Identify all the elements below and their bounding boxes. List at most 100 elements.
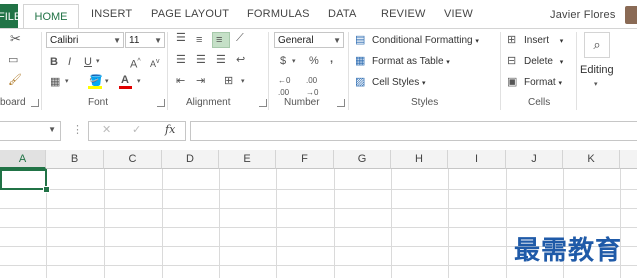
cells-group-label: Cells [528,97,551,108]
percent-icon[interactable]: % [309,55,319,67]
column-header-j[interactable]: J [506,150,563,169]
column-header-b[interactable]: B [46,150,104,169]
format-cells-icon: ▣ [507,76,518,88]
italic-icon[interactable]: I [68,56,71,68]
column-header-a[interactable]: A [0,150,46,169]
tab-data[interactable]: DATA [328,8,357,20]
chevron-down-icon: ▾ [475,38,479,45]
font-color-icon[interactable]: A [121,74,129,86]
column-header-f[interactable]: F [276,150,334,169]
gridline [162,169,163,278]
avatar[interactable] [625,6,637,24]
column-label: J [531,153,537,165]
bold-icon[interactable]: B [50,56,58,68]
number-format-select[interactable]: General ▼ [274,32,344,48]
align-left-icon[interactable]: ☰ [176,54,186,66]
tab-insert[interactable]: INSERT [91,8,132,20]
column-header-e[interactable]: E [219,150,276,169]
column-label: G [357,153,367,165]
binoculars-icon[interactable]: ⌕ [584,32,610,58]
gridline [104,169,105,278]
chevron-down-icon[interactable]: ▾ [292,56,296,68]
tab-file[interactable]: FILE [0,4,18,30]
name-box[interactable]: ▼ [0,121,61,141]
decrease-font-icon[interactable]: Av [150,56,160,70]
wrap-text-icon[interactable]: ↩ [236,54,245,66]
column-header-c[interactable]: C [104,150,162,169]
formula-input[interactable] [190,121,637,141]
column-header-d[interactable]: D [162,150,219,169]
number-launcher-icon[interactable] [337,99,345,107]
tab-home[interactable]: HOME [23,4,79,30]
align-right-icon[interactable]: ☰ [216,54,226,66]
format-cells-button[interactable]: Format ▾ [524,77,562,88]
chevron-down-icon[interactable]: ▾ [65,76,69,88]
cancel-icon[interactable]: ✕ [102,124,111,136]
currency-icon[interactable]: $ [280,55,286,67]
chevron-down-icon[interactable]: ▾ [96,56,100,68]
column-header-k[interactable]: K [563,150,620,169]
insert-function-icon[interactable]: fx [165,124,175,136]
cell-styles-icon: ▨ [355,76,366,88]
more-options-icon: ⋮ [72,124,83,136]
merge-center-icon[interactable]: ⊞ [224,75,233,87]
editing-button[interactable]: Editing [580,64,614,76]
insert-cells-label: Insert [524,35,550,46]
chevron-down-icon: ▼ [154,36,162,45]
font-launcher-icon[interactable] [157,99,165,107]
insert-cells-icon: ⊞ [507,34,517,46]
cell-styles-button[interactable]: Cell Styles ▾ [372,77,426,88]
delete-cells-button[interactable]: Delete ▾ [524,56,563,67]
conditional-formatting-button[interactable]: Conditional Formatting ▾ [372,35,479,46]
user-name[interactable]: Javier Flores [550,9,616,21]
group-separator [268,32,269,110]
column-header-g[interactable]: G [334,150,391,169]
styles-group-label: Styles [411,97,439,108]
chevron-down-icon: ▾ [559,59,564,66]
increase-indent-icon[interactable]: ⇥ [196,75,205,87]
align-middle-icon[interactable]: ≡ [196,34,202,46]
column-header-h[interactable]: H [391,150,448,169]
column-header-i[interactable]: I [448,150,506,169]
decrease-decimal-icon[interactable]: .00 →0 [306,75,318,99]
group-separator [41,32,42,110]
increase-font-icon[interactable]: A^ [130,56,141,71]
increase-decimal-icon[interactable]: ←0.00 [278,75,290,99]
font-name-select[interactable]: Calibri ▼ [46,32,124,48]
underline-icon[interactable]: U [84,56,92,68]
column-header-l[interactable] [620,150,637,169]
decrease-indent-icon[interactable]: ⇤ [176,75,185,87]
chevron-down-icon[interactable]: ▾ [241,76,245,88]
clipboard-launcher-icon[interactable] [31,99,39,107]
alignment-launcher-icon[interactable] [259,99,267,107]
fill-handle[interactable] [43,186,50,193]
gridline [0,227,637,228]
chevron-down-icon: ▼ [333,36,341,45]
copy-icon[interactable]: ▭ [8,54,18,66]
insert-cells-button[interactable]: Insert ▾ [524,35,563,46]
chevron-down-icon: ▾ [559,38,564,45]
format-as-table-button[interactable]: Format as Table ▾ [372,56,450,67]
tab-view[interactable]: VIEW [444,8,473,20]
tab-formulas[interactable]: FORMULAS [247,8,310,20]
enter-icon[interactable]: ✓ [132,124,141,136]
orientation-icon[interactable]: ⟋ [236,32,244,44]
conditional-formatting-label: Conditional Formatting [372,35,473,46]
chevron-down-icon[interactable]: ▾ [105,76,109,88]
chevron-down-icon[interactable]: ▼ [48,125,56,134]
align-center-icon[interactable]: ☰ [196,54,206,66]
tab-page-layout[interactable]: PAGE LAYOUT [151,8,229,20]
gridline [334,169,335,278]
active-cell-a1[interactable] [0,169,47,190]
font-size-select[interactable]: 11 ▼ [125,32,165,48]
chevron-down-icon[interactable]: ▾ [137,76,141,88]
chevron-down-icon[interactable]: ▾ [594,79,598,91]
conditional-formatting-icon: ▤ [355,34,366,46]
align-top-icon[interactable]: ☰ [176,32,186,44]
tab-review[interactable]: REVIEW [381,8,426,20]
format-painter-icon[interactable]: 🖌 [8,74,22,86]
borders-icon[interactable]: ▦ [50,76,60,88]
comma-style-icon[interactable]: , [330,53,333,65]
gridline [391,169,392,278]
cut-icon[interactable]: ✂ [10,32,21,45]
